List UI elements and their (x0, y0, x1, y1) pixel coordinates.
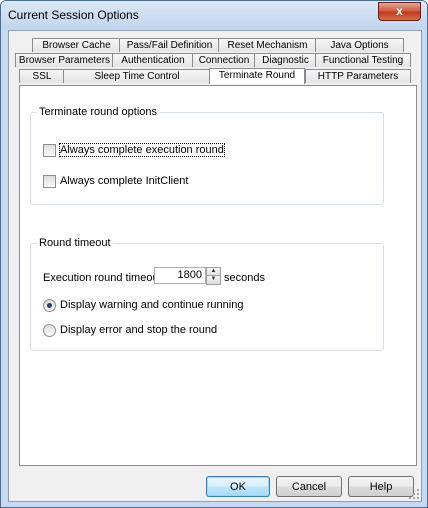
option-warning-radio[interactable] (43, 299, 56, 312)
tab-terminate-round[interactable]: Terminate Round (209, 68, 305, 84)
tab-ssl[interactable]: SSL (19, 69, 65, 83)
resize-grip-icon[interactable] (409, 489, 419, 499)
always-complete-initclient-row[interactable]: Always complete InitClient (43, 175, 203, 189)
round-timeout-group: Round timeout Execution round timeout: ▲… (30, 237, 384, 351)
always-complete-round-checkbox[interactable] (43, 144, 56, 157)
terminate-round-options-group: Terminate round options Always complete … (30, 106, 384, 205)
always-complete-initclient-checkbox[interactable] (43, 175, 56, 188)
window-title: Current Session Options (8, 8, 139, 22)
tab-browser-cache[interactable]: Browser Cache (32, 38, 121, 52)
always-complete-round-label[interactable]: Always complete execution round (59, 143, 225, 157)
terminate-group-title: Terminate round options (37, 106, 160, 118)
close-icon: x (396, 4, 403, 18)
title-bar[interactable]: Current Session Options x (1, 1, 427, 29)
option-error-row[interactable]: Display error and stop the round (43, 324, 223, 338)
ok-button[interactable]: OK (206, 476, 270, 497)
timeout-spinner[interactable]: ▲ ▼ (206, 267, 221, 285)
timeout-unit-label: seconds (224, 272, 265, 284)
session-options-window: Current Session Options x Browser Cache … (0, 0, 428, 508)
tab-sleep-time-control[interactable]: Sleep Time Control (63, 69, 211, 83)
always-complete-round-row[interactable]: Always complete execution round (43, 143, 225, 158)
tab-browser-parameters[interactable]: Browser Parameters (15, 53, 114, 67)
tab-reset-mechanism[interactable]: Reset Mechanism (218, 38, 317, 52)
execution-round-timeout-input[interactable] (154, 267, 206, 284)
option-error-label[interactable]: Display error and stop the round (60, 324, 217, 336)
tab-functional-testing[interactable]: Functional Testing (315, 53, 411, 67)
terminate-round-panel: Terminate round options Always complete … (19, 85, 417, 466)
tab-http-parameters[interactable]: HTTP Parameters (305, 69, 411, 83)
close-button[interactable]: x (378, 2, 421, 21)
tab-authentication[interactable]: Authentication (112, 53, 194, 67)
tab-diagnostic[interactable]: Diagnostic (254, 53, 317, 67)
tab-connection[interactable]: Connection (192, 53, 256, 67)
tab-java-options[interactable]: Java Options (315, 38, 404, 52)
always-complete-initclient-label[interactable]: Always complete InitClient (60, 175, 188, 187)
spin-down-icon[interactable]: ▼ (206, 275, 221, 285)
cancel-button[interactable]: Cancel (276, 476, 342, 497)
option-error-radio[interactable] (43, 324, 56, 337)
timeout-group-title: Round timeout (37, 237, 113, 249)
help-button[interactable]: Help (348, 476, 414, 497)
option-warning-label[interactable]: Display warning and continue running (60, 299, 243, 311)
option-warning-row[interactable]: Display warning and continue running (43, 299, 243, 313)
tab-pass-fail-definition[interactable]: Pass/Fail Definition (119, 38, 220, 52)
dialog-client-area: Browser Cache Pass/Fail Definition Reset… (8, 30, 422, 502)
execution-round-timeout-label: Execution round timeout: (43, 272, 165, 284)
